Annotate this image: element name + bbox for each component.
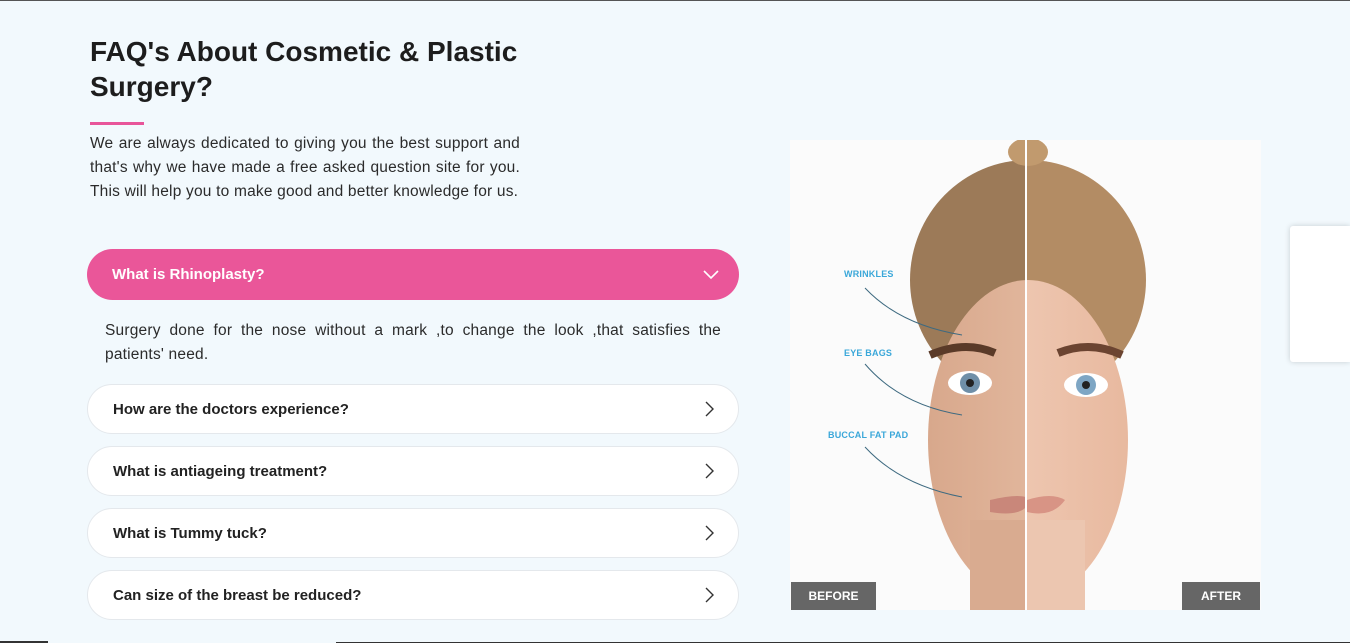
before-after-image: WRINKLES EYE BAGS BUCCAL FAT PAD BEFORE … — [790, 140, 1261, 610]
title-accent-line — [90, 122, 144, 125]
faq-question: What is antiageing treatment? — [113, 462, 328, 480]
faq-item-rhinoplasty[interactable]: What is Rhinoplasty? — [87, 249, 739, 300]
chevron-right-icon — [700, 523, 720, 543]
faq-answer: Surgery done for the nose without a mark… — [105, 322, 721, 363]
before-tag: BEFORE — [791, 582, 876, 610]
chevron-right-icon — [700, 399, 720, 419]
eye-bags-label: EYE BAGS — [844, 348, 893, 358]
faq-item-antiageing[interactable]: What is antiageing treatment? — [87, 446, 739, 496]
faq-question: How are the doctors experience? — [113, 400, 349, 418]
faq-question: Can size of the breast be reduced? — [113, 586, 362, 604]
wrinkles-label: WRINKLES — [844, 269, 894, 279]
chevron-right-icon — [700, 461, 720, 481]
section-intro: We are always dedicated to giving you th… — [90, 135, 520, 200]
faq-item-breast-reduction[interactable]: Can size of the breast be reduced? — [87, 570, 739, 620]
faq-question: What is Rhinoplasty? — [112, 266, 265, 283]
section-title: FAQ's About Cosmetic & Plastic Surgery? — [90, 36, 518, 102]
buccal-fat-pad-label: BUCCAL FAT PAD — [828, 430, 909, 440]
after-tag: AFTER — [1182, 582, 1260, 610]
faq-item-doctors-experience[interactable]: How are the doctors experience? — [87, 384, 739, 434]
side-floating-panel[interactable] — [1290, 226, 1350, 362]
chevron-down-icon — [701, 265, 721, 285]
faq-item-tummy-tuck[interactable]: What is Tummy tuck? — [87, 508, 739, 558]
faq-question: What is Tummy tuck? — [113, 524, 267, 542]
face-illustration — [790, 140, 1261, 610]
top-divider — [0, 0, 1350, 1]
chevron-right-icon — [700, 585, 720, 605]
